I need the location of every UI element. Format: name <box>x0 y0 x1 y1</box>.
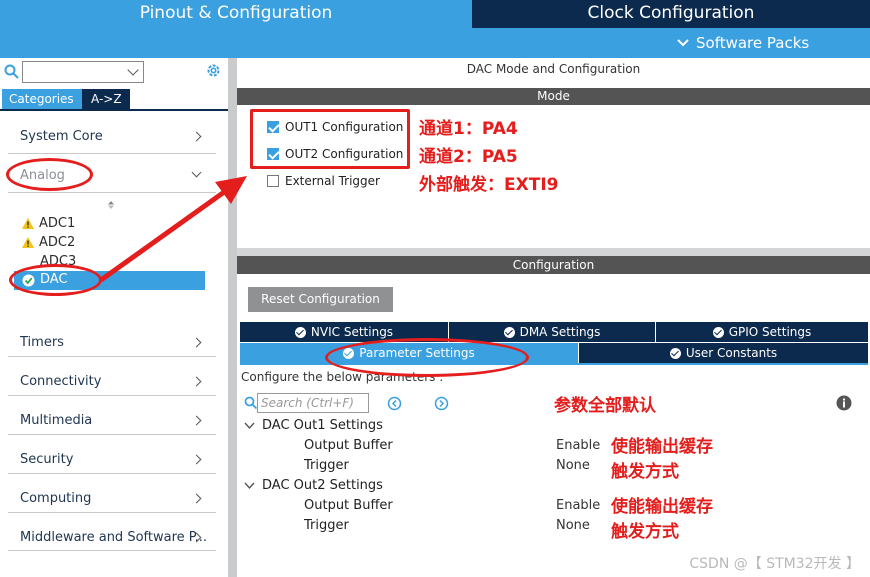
watermark: CSDN @【 STM32开发 】 <box>689 556 860 572</box>
divider <box>8 356 216 357</box>
panel-title: DAC Mode and Configuration <box>466 62 641 76</box>
annotation-arrow <box>99 176 247 283</box>
external-trigger-checkbox[interactable]: External Trigger <box>267 172 380 190</box>
configuration-header: Configuration <box>237 256 870 274</box>
tab-label: User Constants <box>685 346 778 360</box>
chevron-right-icon <box>191 376 202 387</box>
annotation-buffer1: 使能输出缓存 <box>611 437 713 457</box>
divider <box>8 434 216 435</box>
tab-label: DMA Settings <box>519 325 601 339</box>
chevron-right-icon <box>191 493 202 504</box>
chevron-down-icon <box>244 482 255 490</box>
annotation-trigger1: 触发方式 <box>611 462 679 482</box>
tab-pinout-configuration[interactable]: Pinout & Configuration <box>0 0 472 28</box>
info-icon[interactable] <box>836 395 852 411</box>
checkbox-label: External Trigger <box>285 174 380 188</box>
category-timers[interactable]: Timers <box>20 328 216 356</box>
annotation-buffer2: 使能输出缓存 <box>611 497 713 517</box>
param-output-buffer-name: Output Buffer <box>304 438 393 453</box>
chevron-down-icon <box>127 64 139 76</box>
category-label: Middleware and Software P... <box>20 530 207 545</box>
warning-icon <box>22 236 34 248</box>
check-circle-icon <box>294 326 306 338</box>
software-packs-label: Software Packs <box>696 34 810 52</box>
category-label: Security <box>20 452 74 467</box>
category-connectivity[interactable]: Connectivity <box>20 367 216 395</box>
tab-label: NVIC Settings <box>310 325 394 339</box>
param-output-buffer-name: Output Buffer <box>304 498 393 513</box>
software-packs-menu[interactable]: Software Packs <box>676 28 809 58</box>
tab-gpio-settings[interactable]: GPIO Settings <box>656 322 868 342</box>
category-label: Computing <box>20 491 92 506</box>
chevron-right-icon <box>191 454 202 465</box>
annotation-external-trigger: 外部触发：EXTI9 <box>419 175 559 195</box>
annotation-channel1: 通道1：PA4 <box>419 119 518 139</box>
divider <box>8 512 216 513</box>
param-trigger-value[interactable]: None <box>556 458 590 473</box>
param-trigger-value[interactable]: None <box>556 518 590 533</box>
category-label: Multimedia <box>20 413 93 428</box>
tab-user-constants[interactable]: User Constants <box>579 343 868 363</box>
analog-item-adc1[interactable]: ADC1 <box>22 214 75 232</box>
category-search-combo[interactable] <box>22 61 144 83</box>
category-middleware[interactable]: Middleware and Software P... <box>20 523 216 551</box>
divider <box>8 550 216 551</box>
tab-clock-configuration[interactable]: Clock Configuration <box>472 0 870 28</box>
tree-group-label: DAC Out1 Settings <box>262 418 383 433</box>
divider <box>8 395 216 396</box>
param-output-buffer-value[interactable]: Enable <box>556 438 600 453</box>
annotation-ellipse-parameter-settings <box>325 338 529 377</box>
analog-item-label: ADC2 <box>39 234 76 250</box>
divider <box>8 153 216 154</box>
category-computing[interactable]: Computing <box>20 484 216 512</box>
reset-configuration-button[interactable]: Reset Configuration <box>248 287 393 312</box>
analog-item-adc2[interactable]: ADC2 <box>22 233 75 251</box>
tab-dma-settings[interactable]: DMA Settings <box>449 322 655 342</box>
warning-icon <box>22 217 34 229</box>
category-system-core[interactable]: System Core <box>20 122 216 150</box>
category-label: Connectivity <box>20 374 102 389</box>
search-icon <box>4 64 19 79</box>
check-circle-icon <box>503 326 515 338</box>
panel-separator[interactable] <box>237 248 870 256</box>
chevron-down-icon <box>677 39 689 47</box>
parameter-search-input[interactable]: Search (Ctrl+F) <box>257 393 369 413</box>
check-circle-icon <box>712 326 724 338</box>
chevron-down-icon <box>244 422 255 430</box>
annotation-channel2: 通道2：PA5 <box>419 147 518 167</box>
annotation-box-outputs <box>250 109 410 169</box>
gear-icon[interactable] <box>205 62 222 79</box>
tab-label: GPIO Settings <box>728 325 812 339</box>
chevron-right-icon <box>191 415 202 426</box>
category-label: Timers <box>20 335 64 350</box>
tree-group-label: DAC Out2 Settings <box>262 478 383 493</box>
tabs-underline <box>0 109 228 111</box>
annotation-trigger2: 触发方式 <box>611 522 679 542</box>
tab-categories[interactable]: Categories <box>2 89 82 109</box>
param-output-buffer-value[interactable]: Enable <box>556 498 600 513</box>
chevron-right-icon <box>191 131 202 142</box>
category-multimedia[interactable]: Multimedia <box>20 406 216 434</box>
annotation-defaults: 参数全部默认 <box>554 396 656 416</box>
next-icon[interactable] <box>434 396 449 411</box>
annotation-ellipse-dac <box>9 264 102 296</box>
chevron-right-icon <box>191 337 202 348</box>
tab-a-z[interactable]: A->Z <box>82 89 130 109</box>
check-circle-icon <box>669 347 681 359</box>
previous-icon[interactable] <box>387 396 402 411</box>
category-security[interactable]: Security <box>20 445 216 473</box>
annotation-ellipse-analog <box>6 158 93 191</box>
analog-item-label: ADC1 <box>39 215 76 231</box>
checkbox-unchecked-icon <box>267 175 279 187</box>
search-icon <box>244 396 257 409</box>
param-trigger-name: Trigger <box>304 458 349 473</box>
category-label: System Core <box>20 129 103 144</box>
panel-splitter[interactable] <box>228 58 237 577</box>
param-trigger-name: Trigger <box>304 518 349 533</box>
mode-header: Mode <box>237 88 870 105</box>
divider <box>8 473 216 474</box>
